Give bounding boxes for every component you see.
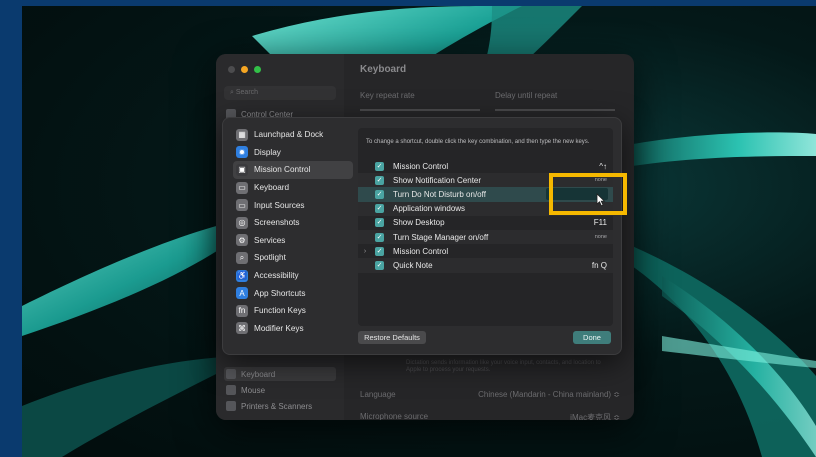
close-button[interactable] (228, 66, 235, 73)
key-repeat-slider[interactable] (360, 109, 480, 111)
category-function-keys[interactable]: fn Function Keys (233, 302, 353, 320)
checkbox-checked-icon[interactable]: ✓ (375, 189, 384, 199)
category-keyboard[interactable]: ▭ Keyboard (233, 179, 353, 197)
category-label: Mission Control (254, 165, 311, 175)
sidebar-item-printers-scanners[interactable]: Printers & Scanners (224, 399, 336, 413)
shortcut-row-group[interactable]: › ✓ Mission Control (358, 244, 613, 258)
launchpad-icon: ▦ (236, 128, 248, 141)
mouse-icon (226, 385, 236, 395)
shortcut-key[interactable]: ^↑ (599, 162, 607, 171)
mission-control-icon: ▣ (236, 163, 248, 176)
delay-until-repeat-label: Delay until repeat (495, 91, 558, 100)
category-modifier-keys[interactable]: ⌘ Modifier Keys (233, 320, 353, 338)
category-label: App Shortcuts (254, 288, 306, 298)
dictation-note: Dictation sends information like your vo… (406, 360, 601, 373)
search-field[interactable]: ⌕ Search (224, 86, 336, 100)
shortcut-label: Show Desktop (393, 218, 445, 228)
category-label: Accessibility (254, 271, 299, 281)
language-select[interactable]: Chinese (Mandarin - China mainland) ≎ (460, 390, 620, 399)
restore-defaults-button[interactable]: Restore Defaults (358, 331, 426, 344)
category-input-sources[interactable]: ▭ Input Sources (233, 196, 353, 214)
checkbox-checked-icon[interactable]: ✓ (375, 175, 384, 185)
search-placeholder: Search (235, 89, 259, 96)
printer-icon (226, 401, 236, 411)
category-label: Function Keys (254, 306, 306, 316)
app-shortcuts-icon: A (236, 287, 248, 300)
shortcut-key[interactable]: none (595, 234, 607, 240)
window-controls (228, 66, 261, 73)
category-label: Spotlight (254, 253, 286, 263)
sidebar-item-label: Printers & Scanners (241, 401, 313, 411)
category-label: Launchpad & Dock (254, 130, 324, 140)
accessibility-icon: ♿ (236, 269, 248, 282)
display-icon: ✹ (236, 146, 248, 159)
minimize-button[interactable] (241, 66, 248, 73)
spotlight-icon: ⌕ (236, 251, 248, 264)
checkbox-checked-icon[interactable]: ✓ (375, 161, 384, 171)
sidebar-item-mouse[interactable]: Mouse (224, 383, 336, 397)
shortcut-label: Mission Control (393, 246, 449, 256)
shortcut-label: Application windows (393, 204, 466, 214)
category-label: Keyboard (254, 183, 290, 193)
shortcut-row[interactable]: ✓ Mission Control ^↑ (358, 159, 613, 173)
shortcut-label: Quick Note (393, 260, 433, 270)
shortcut-label: Show Notification Center (393, 175, 482, 185)
category-label: Screenshots (254, 218, 300, 228)
input-sources-icon: ▭ (236, 199, 248, 212)
category-app-shortcuts[interactable]: A App Shortcuts (233, 284, 353, 302)
checkbox-checked-icon[interactable]: ✓ (375, 232, 384, 242)
sidebar-item-keyboard[interactable]: Keyboard (224, 367, 336, 381)
category-mission-control[interactable]: ▣ Mission Control (233, 161, 353, 179)
category-accessibility[interactable]: ♿ Accessibility (233, 267, 353, 285)
window-title: Keyboard (360, 64, 407, 75)
category-display[interactable]: ✹ Display (233, 144, 353, 162)
function-keys-icon: fn (236, 304, 248, 317)
sidebar-item-label: Keyboard (241, 369, 276, 379)
category-launchpad-dock[interactable]: ▦ Launchpad & Dock (233, 126, 353, 144)
zoom-button[interactable] (254, 66, 261, 73)
category-label: Input Sources (254, 200, 305, 210)
category-label: Display (254, 147, 281, 157)
sidebar-item-label: Mouse (241, 385, 266, 395)
done-button[interactable]: Done (573, 331, 611, 344)
language-label: Language (360, 390, 396, 399)
keyboard-icon (226, 369, 236, 379)
shortcuts-panel: To change a shortcut, double click the k… (358, 128, 613, 326)
shortcut-label: Mission Control (393, 161, 449, 171)
modifier-keys-icon: ⌘ (236, 322, 248, 335)
shortcut-key[interactable]: fn Q (592, 261, 607, 270)
delay-until-repeat-slider[interactable] (495, 109, 615, 111)
category-label: Modifier Keys (254, 323, 304, 333)
pointer-cursor-icon (596, 193, 606, 207)
category-screenshots[interactable]: ◎ Screenshots (233, 214, 353, 232)
highlight-annotation-box (549, 173, 627, 215)
checkbox-checked-icon[interactable]: ✓ (375, 246, 384, 256)
shortcut-instructions: To change a shortcut, double click the k… (366, 139, 590, 145)
category-services[interactable]: ⚙ Services (233, 232, 353, 250)
shortcut-label: Turn Stage Manager on/off (393, 232, 489, 242)
category-label: Services (254, 235, 286, 245)
key-repeat-label: Key repeat rate (360, 91, 415, 100)
checkbox-checked-icon[interactable]: ✓ (375, 218, 384, 228)
keyboard-shortcuts-dialog: ▦ Launchpad & Dock ✹ Display ▣ Mission C… (222, 117, 622, 355)
screenshots-icon: ◎ (236, 216, 248, 229)
shortcut-label: Turn Do Not Disturb on/off (393, 189, 486, 199)
shortcut-category-list: ▦ Launchpad & Dock ✹ Display ▣ Mission C… (233, 126, 353, 337)
microphone-source-select[interactable]: iMac麦克风 ≎ (460, 412, 620, 420)
keyboard-icon: ▭ (236, 181, 248, 194)
chevron-right-icon[interactable]: › (360, 248, 370, 255)
shortcut-row[interactable]: ✓ Quick Note fn Q (358, 258, 613, 273)
shortcut-row[interactable]: ✓ Turn Stage Manager on/off none (358, 229, 613, 245)
microphone-source-label: Microphone source (360, 412, 429, 420)
checkbox-checked-icon[interactable]: ✓ (375, 260, 384, 270)
services-icon: ⚙ (236, 234, 248, 247)
shortcut-row[interactable]: ✓ Show Desktop F11 (358, 216, 613, 230)
category-spotlight[interactable]: ⌕ Spotlight (233, 249, 353, 267)
checkbox-checked-icon[interactable]: ✓ (375, 204, 384, 214)
shortcut-key[interactable]: F11 (594, 218, 607, 227)
